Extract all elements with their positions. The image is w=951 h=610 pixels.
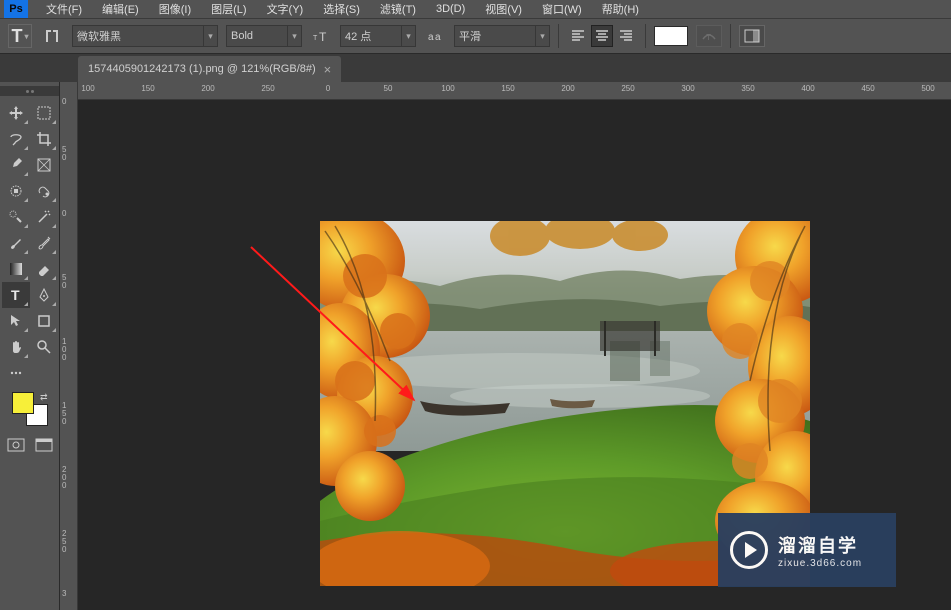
watermark-url: zixue.3d66.com: [778, 558, 862, 569]
antialias-dropdown[interactable]: ▾: [454, 25, 550, 47]
edit-toolbar-button[interactable]: [2, 360, 30, 386]
move-tool[interactable]: [2, 100, 30, 126]
watermark-brand: 溜溜自学: [778, 532, 862, 558]
chevron-down-icon: ▾: [401, 26, 415, 46]
menubar: Ps 文件(F) 编辑(E) 图像(I) 图层(L) 文字(Y) 选择(S) 滤…: [0, 0, 951, 18]
svg-text:T: T: [319, 30, 327, 44]
chevron-down-icon: ▾: [287, 26, 301, 46]
menu-layer[interactable]: 图层(L): [201, 0, 256, 19]
shape-tool[interactable]: [30, 308, 58, 334]
crop-tool[interactable]: [30, 126, 58, 152]
marquee-tool[interactable]: [30, 100, 58, 126]
chevron-down-icon: ▾: [203, 26, 217, 46]
text-color-swatch[interactable]: [654, 26, 688, 46]
hand-tool[interactable]: [2, 334, 30, 360]
character-panel-button[interactable]: [739, 25, 765, 47]
font-family-dropdown[interactable]: ▾: [72, 25, 218, 47]
magic-wand-tool[interactable]: [30, 204, 58, 230]
swap-colors-icon[interactable]: ⇄: [40, 392, 48, 403]
type-tool-letter: T: [11, 26, 22, 47]
align-right-button[interactable]: [615, 25, 637, 47]
spot-heal-tool[interactable]: [2, 178, 30, 204]
separator: [645, 24, 646, 48]
lasso-tool[interactable]: [2, 126, 30, 152]
app-logo: Ps: [4, 0, 28, 18]
menu-select[interactable]: 选择(S): [313, 0, 370, 19]
gradient-tool[interactable]: [2, 256, 30, 282]
text-orientation-button[interactable]: [40, 24, 64, 48]
menu-type[interactable]: 文字(Y): [257, 0, 314, 19]
main-area: T ⇄ 0500501001502002503 1001502002500501: [0, 82, 951, 610]
horizontal-ruler: 1001502002500501001502002503003504004505…: [78, 82, 951, 100]
font-size-dropdown[interactable]: ▾: [340, 25, 416, 47]
path-select-tool[interactable]: [2, 308, 30, 334]
chevron-down-icon: ▾: [535, 26, 549, 46]
options-bar: T ▾ ▾ ▾ TT ▾ aa ▾ T: [0, 18, 951, 54]
zoom-tool[interactable]: [30, 334, 58, 360]
menu-image[interactable]: 图像(I): [149, 0, 201, 19]
svg-text:a: a: [435, 32, 441, 43]
svg-text:a: a: [428, 32, 434, 43]
menu-view[interactable]: 视图(V): [475, 0, 532, 19]
foreground-color[interactable]: [12, 392, 34, 414]
svg-text:T: T: [706, 33, 711, 42]
menu-3d[interactable]: 3D(D): [426, 1, 475, 17]
svg-text:T: T: [313, 35, 318, 42]
text-align-group: [567, 25, 637, 47]
align-center-button[interactable]: [591, 25, 613, 47]
menu-edit[interactable]: 编辑(E): [92, 0, 149, 19]
font-family-input[interactable]: [73, 30, 203, 42]
eyedropper-tool[interactable]: [2, 152, 30, 178]
frame-tool[interactable]: [30, 152, 58, 178]
watermark-overlay: 溜溜自学 zixue.3d66.com: [718, 513, 896, 587]
canvas[interactable]: 溜溜自学 zixue.3d66.com: [78, 100, 951, 610]
history-brush-tool[interactable]: [30, 230, 58, 256]
active-tool-indicator[interactable]: T ▾: [8, 24, 32, 48]
antialias-input[interactable]: [455, 30, 535, 42]
clone-stamp-tool[interactable]: [2, 204, 30, 230]
pen-tool[interactable]: [30, 282, 58, 308]
close-icon[interactable]: ×: [324, 62, 332, 77]
align-left-button[interactable]: [567, 25, 589, 47]
font-size-icon: TT: [310, 25, 332, 47]
svg-text:T: T: [11, 287, 20, 303]
menu-file[interactable]: 文件(F): [36, 0, 92, 19]
screen-mode-button[interactable]: [32, 436, 56, 454]
type-tool[interactable]: T: [2, 282, 30, 308]
spacer: [30, 360, 58, 386]
brush-tool[interactable]: [2, 230, 30, 256]
tools-panel: T ⇄: [0, 82, 60, 610]
menu-window[interactable]: 窗口(W): [532, 0, 592, 19]
font-size-input[interactable]: [341, 30, 401, 42]
panel-grip[interactable]: [0, 86, 59, 96]
quick-select-tool[interactable]: [30, 178, 58, 204]
play-icon: [730, 531, 768, 569]
separator: [558, 24, 559, 48]
vertical-ruler: 0500501001502002503: [60, 82, 78, 610]
menu-help[interactable]: 帮助(H): [592, 0, 649, 19]
document-tab[interactable]: 1574405901242173 (1).png @ 121%(RGB/8#) …: [78, 56, 341, 82]
antialias-icon: aa: [424, 25, 446, 47]
color-picker[interactable]: ⇄: [10, 392, 50, 430]
canvas-area: 1001502002500501001502002503003504004505…: [78, 82, 951, 610]
font-style-dropdown[interactable]: ▾: [226, 25, 302, 47]
tab-title: 1574405901242173 (1).png @ 121%(RGB/8#): [88, 63, 316, 75]
chevron-down-icon: ▾: [24, 32, 28, 41]
font-style-input[interactable]: [227, 30, 287, 42]
eraser-tool[interactable]: [30, 256, 58, 282]
separator: [730, 24, 731, 48]
menu-filter[interactable]: 滤镜(T): [370, 0, 426, 19]
warp-text-button[interactable]: T: [696, 25, 722, 47]
standard-mode-button[interactable]: [4, 436, 28, 454]
document-tab-bar: 1574405901242173 (1).png @ 121%(RGB/8#) …: [0, 54, 951, 82]
